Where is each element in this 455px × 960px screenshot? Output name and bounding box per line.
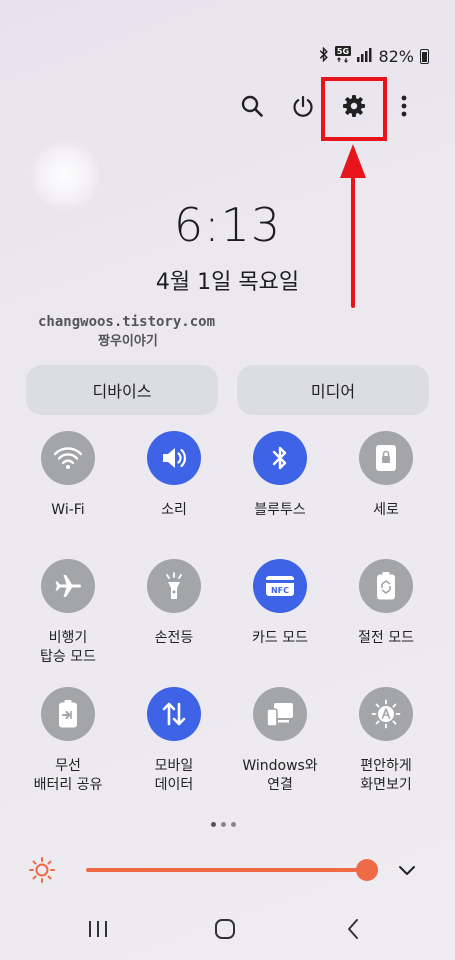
tile-nfc[interactable]: NFC 카드 모드 bbox=[227, 559, 333, 648]
tile-wifi[interactable]: Wi-Fi bbox=[15, 431, 121, 520]
back-icon[interactable] bbox=[333, 914, 373, 944]
tile-label: 카드 모드 bbox=[252, 630, 308, 646]
wifi-icon[interactable] bbox=[41, 431, 95, 485]
tile-label: 비행기 탑승 모드 bbox=[40, 630, 96, 665]
recents-icon[interactable] bbox=[78, 914, 118, 944]
brightness-icon bbox=[28, 856, 56, 888]
airplane-icon[interactable] bbox=[41, 559, 95, 613]
page-indicator bbox=[211, 822, 236, 827]
search-icon[interactable] bbox=[232, 86, 272, 126]
devices-button[interactable]: 디바이스 bbox=[26, 365, 218, 415]
svg-text:NFC: NFC bbox=[271, 586, 289, 595]
page-dot bbox=[231, 822, 236, 827]
clock-time[interactable]: 6:13 bbox=[0, 198, 455, 252]
tile-label: Wi-Fi bbox=[51, 502, 85, 518]
brightness-slider-thumb[interactable] bbox=[356, 859, 378, 881]
tile-label: 세로 bbox=[373, 502, 399, 518]
power-saving-icon[interactable] bbox=[359, 559, 413, 613]
tile-eye-comfort[interactable]: 편안하게 화면보기 bbox=[333, 687, 439, 795]
tile-mobile-data[interactable]: 모바일 데이터 bbox=[121, 687, 227, 795]
media-button[interactable]: 미디어 bbox=[237, 365, 429, 415]
tile-label: 무선 배터리 공유 bbox=[33, 758, 103, 793]
chevron-down-icon[interactable] bbox=[398, 862, 416, 882]
home-icon[interactable] bbox=[205, 914, 245, 944]
battery-percent: 82% bbox=[378, 47, 414, 66]
nfc-icon[interactable]: NFC bbox=[253, 559, 307, 613]
flashlight-icon[interactable] bbox=[147, 559, 201, 613]
portrait-lock-icon[interactable] bbox=[359, 431, 413, 485]
brightness-slider-track[interactable] bbox=[86, 868, 368, 872]
tile-label: 편안하게 화면보기 bbox=[360, 758, 412, 793]
tile-volume[interactable]: 소리 bbox=[121, 431, 227, 520]
tile-label: 손전등 bbox=[154, 630, 194, 646]
page-dot bbox=[221, 822, 226, 827]
svg-text:5G: 5G bbox=[337, 47, 349, 56]
battery-icon bbox=[420, 49, 429, 64]
tile-label: 소리 bbox=[161, 502, 187, 518]
tile-bluetooth[interactable]: 블루투스 bbox=[227, 431, 333, 520]
eye-comfort-icon[interactable] bbox=[359, 687, 413, 741]
bluetooth-icon[interactable] bbox=[253, 431, 307, 485]
volume-icon[interactable] bbox=[147, 431, 201, 485]
tile-wireless-battery[interactable]: 무선 배터리 공유 bbox=[15, 687, 121, 795]
status-bar: 5G 82% bbox=[319, 46, 429, 67]
page-dot bbox=[211, 822, 216, 827]
tile-label: 절전 모드 bbox=[358, 630, 414, 646]
power-icon[interactable] bbox=[283, 86, 323, 126]
tile-portrait-lock[interactable]: 세로 bbox=[333, 431, 439, 520]
more-vert-icon[interactable] bbox=[384, 86, 424, 126]
wireless-battery-icon[interactable] bbox=[41, 687, 95, 741]
signal-icon bbox=[357, 47, 372, 66]
clock-date[interactable]: 4월 1일 목요일 bbox=[0, 264, 455, 296]
5g-icon: 5G bbox=[335, 46, 352, 67]
tile-link-to-windows[interactable]: Windows와 연결 bbox=[227, 687, 333, 795]
settings-highlight-box bbox=[321, 77, 387, 141]
tile-label: 모바일 데이터 bbox=[154, 758, 194, 793]
mobile-data-icon[interactable] bbox=[147, 687, 201, 741]
tile-label: 블루투스 bbox=[254, 502, 306, 518]
watermark-url: changwoos.tistory.com bbox=[38, 314, 216, 330]
link-to-windows-icon[interactable] bbox=[253, 687, 307, 741]
tile-power-saving[interactable]: 절전 모드 bbox=[333, 559, 439, 648]
tile-airplane[interactable]: 비행기 탑승 모드 bbox=[15, 559, 121, 667]
tile-label: Windows와 연결 bbox=[242, 758, 318, 793]
watermark-name: 짱우이야기 bbox=[98, 334, 158, 349]
bluetooth-icon bbox=[319, 46, 329, 66]
tile-flashlight[interactable]: 손전등 bbox=[121, 559, 227, 648]
